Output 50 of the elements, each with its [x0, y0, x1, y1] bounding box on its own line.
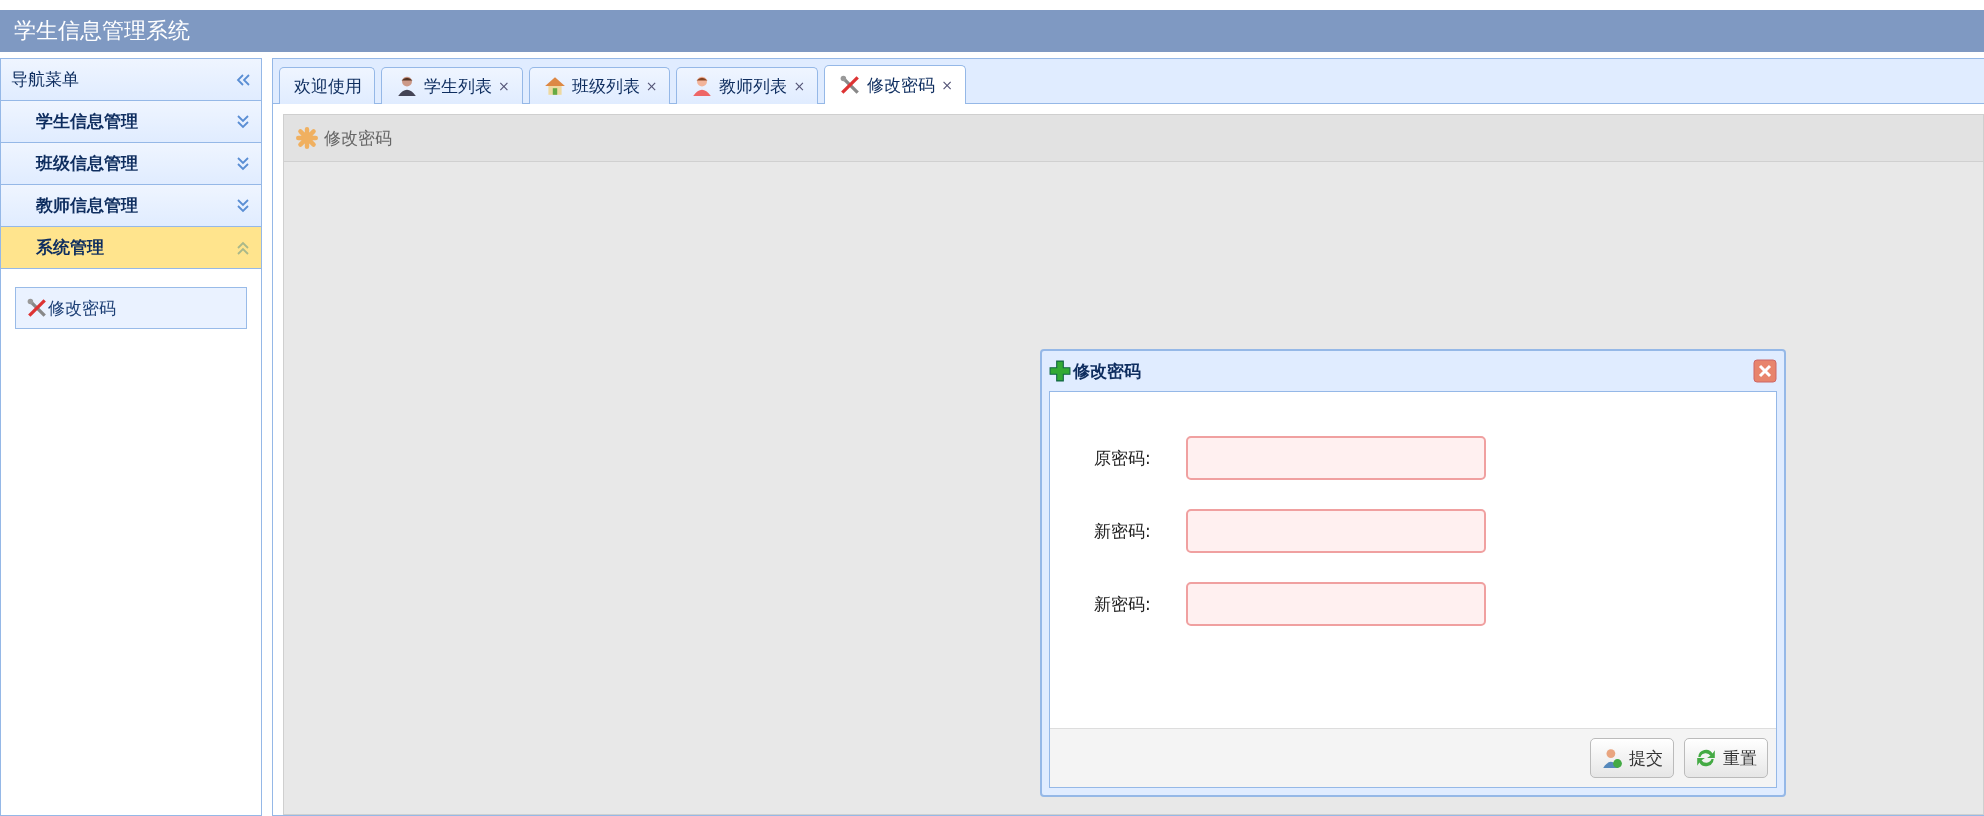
- field-label: 原密码:: [1094, 446, 1152, 470]
- field-label: 新密码:: [1094, 592, 1152, 616]
- dialog-title: 修改密码: [1073, 359, 1141, 383]
- section-label: 学生信息管理: [36, 110, 138, 133]
- menu-item-label: 修改密码: [48, 296, 116, 320]
- dialog-button[interactable]: 提交: [1590, 738, 1674, 778]
- gear-icon: [296, 127, 318, 149]
- close-icon[interactable]: ×: [941, 77, 953, 93]
- chevrons-up-icon: [235, 239, 251, 256]
- chevrons-down-icon: [235, 113, 251, 130]
- accordion-header[interactable]: 教师信息管理: [1, 185, 261, 227]
- app-title: 学生信息管理系统: [0, 10, 1984, 52]
- accordion-header[interactable]: 系统管理: [1, 227, 261, 269]
- section-label: 教师信息管理: [36, 194, 138, 217]
- chevrons-down-icon: [235, 197, 251, 214]
- user-add-icon: [1601, 747, 1623, 769]
- sidebar-title: 导航菜单: [11, 68, 79, 91]
- tab-label: 学生列表: [424, 74, 492, 98]
- accordion-header[interactable]: 学生信息管理: [1, 101, 261, 143]
- panel-title: 修改密码: [324, 126, 392, 150]
- section-label: 班级信息管理: [36, 152, 138, 175]
- close-icon[interactable]: [1753, 359, 1777, 383]
- tab-label: 欢迎使用: [294, 74, 362, 98]
- tab[interactable]: 欢迎使用: [279, 67, 375, 104]
- password-field[interactable]: [1186, 582, 1486, 626]
- tab-label: 教师列表: [719, 74, 788, 98]
- person-icon: [396, 75, 418, 97]
- tab[interactable]: 学生列表 ×: [381, 67, 523, 104]
- password-field[interactable]: [1186, 436, 1486, 480]
- password-field[interactable]: [1186, 509, 1486, 553]
- dialog-button[interactable]: 重置: [1684, 738, 1768, 778]
- close-icon[interactable]: ×: [793, 78, 806, 94]
- accordion-header[interactable]: 班级信息管理: [1, 143, 261, 185]
- tools-icon: [839, 74, 862, 96]
- tab[interactable]: 教师列表 ×: [676, 67, 819, 104]
- house-icon: [543, 75, 566, 97]
- plus-icon: [1049, 360, 1071, 382]
- close-icon[interactable]: ×: [498, 78, 510, 94]
- tab-label: 班级列表: [571, 74, 640, 98]
- close-icon[interactable]: ×: [645, 78, 658, 94]
- refresh-icon: [1695, 747, 1717, 769]
- menu-item[interactable]: 修改密码: [15, 287, 247, 329]
- chevrons-down-icon: [235, 155, 251, 172]
- section-label: 系统管理: [36, 236, 104, 259]
- tools-icon: [26, 297, 48, 319]
- tab-label: 修改密码: [867, 73, 936, 97]
- field-label: 新密码:: [1094, 519, 1152, 543]
- tab[interactable]: 班级列表 ×: [528, 67, 671, 104]
- collapse-icon[interactable]: [235, 71, 251, 88]
- tab[interactable]: 修改密码 ×: [824, 65, 966, 104]
